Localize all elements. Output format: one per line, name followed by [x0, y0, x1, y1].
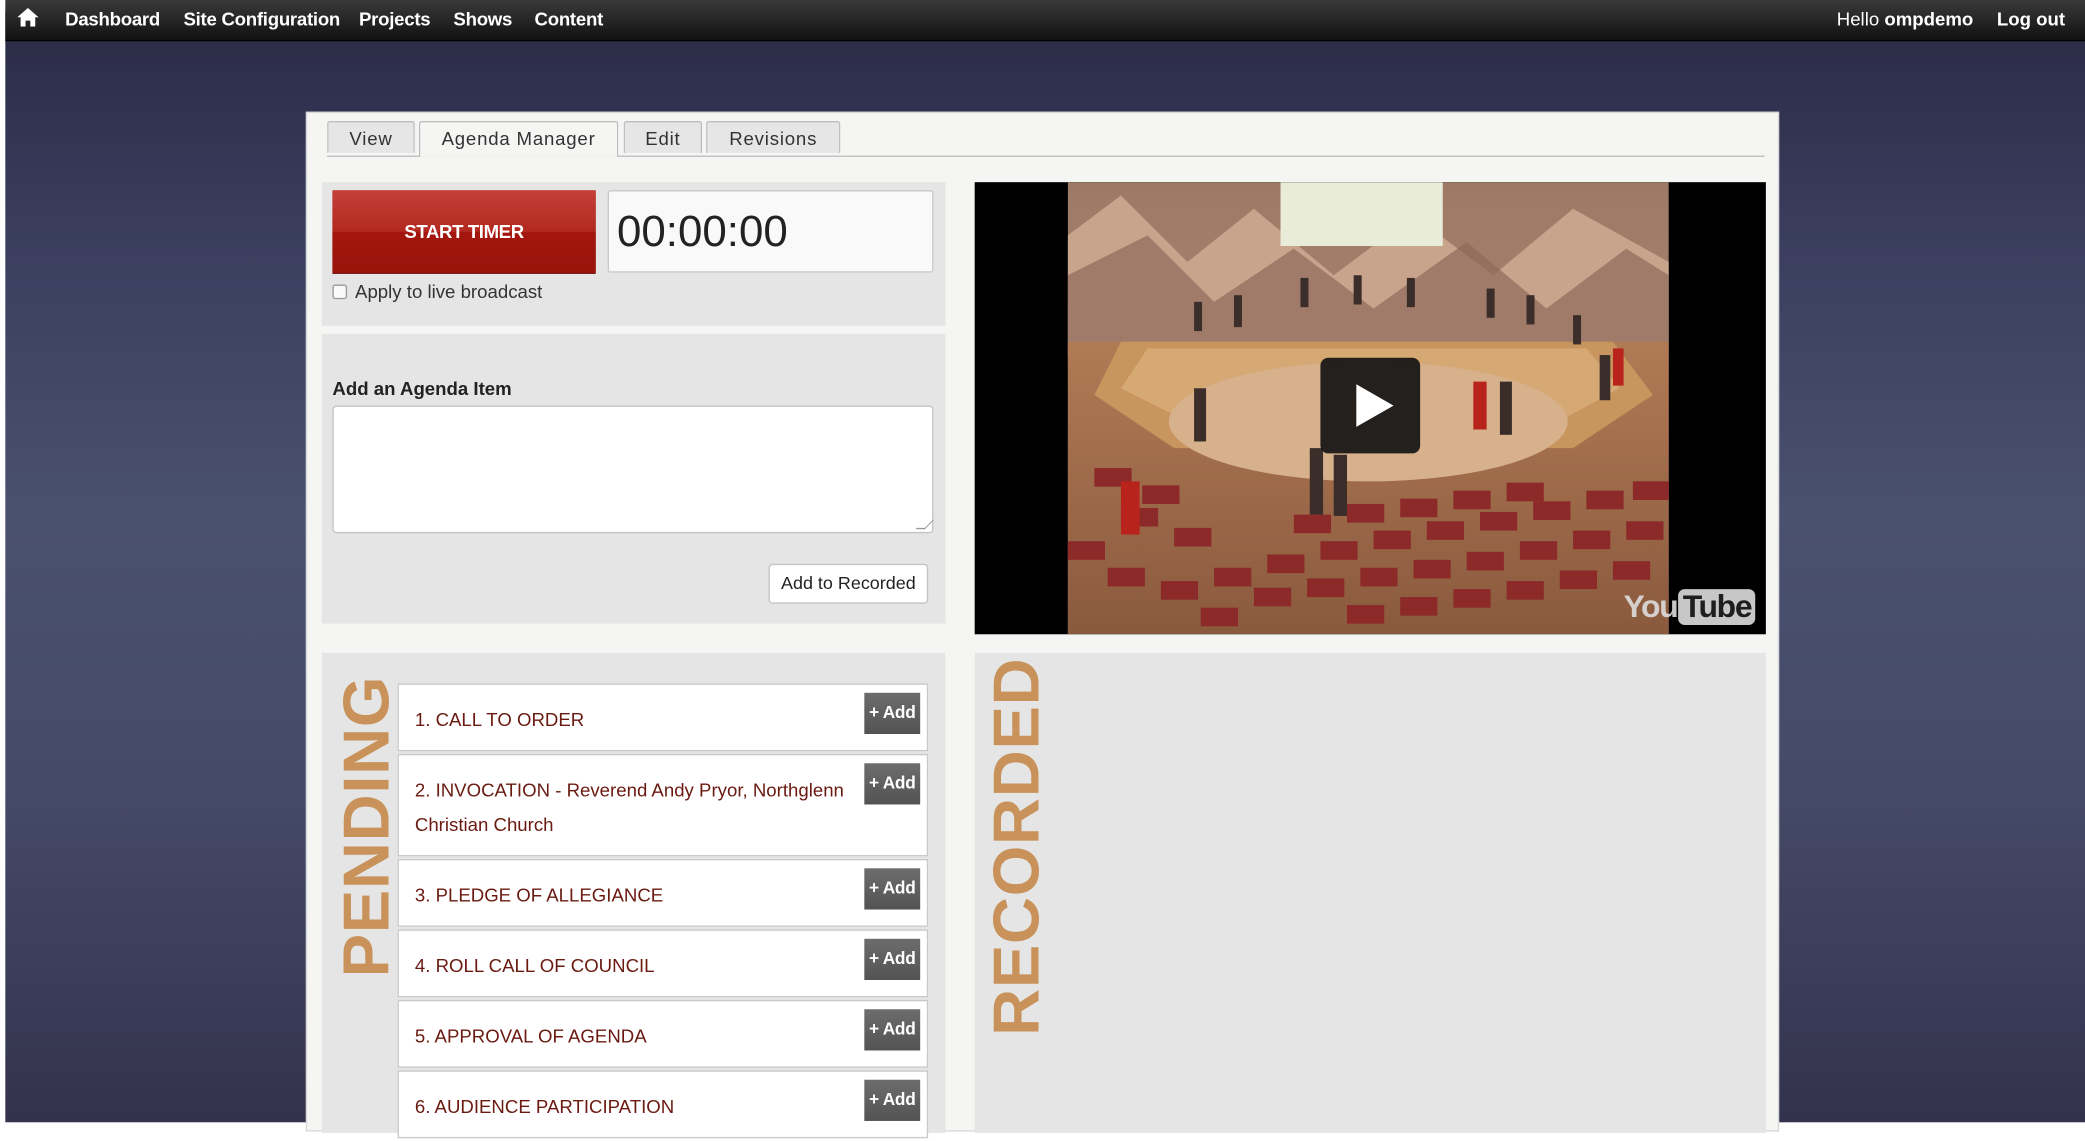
agenda-item-label: Add an Agenda Item	[332, 377, 512, 399]
youtube-logo[interactable]: You Tube	[1623, 589, 1756, 626]
agenda-item-row: 2. INVOCATION - Reverend Andy Pryor, Nor…	[397, 753, 929, 857]
nav-content[interactable]: Content	[535, 8, 604, 29]
add-to-recorded-button[interactable]: Add to Recorded	[768, 563, 929, 604]
recorded-section: RECORDED	[974, 652, 1766, 1133]
tab-bar: View Agenda Manager Edit Revisions	[327, 121, 1765, 157]
add-item-button[interactable]: + Add	[864, 868, 921, 910]
pending-section: PENDING 1. CALL TO ORDER + Add 2. INVOCA…	[321, 652, 946, 1139]
add-item-button[interactable]: + Add	[864, 1079, 921, 1121]
agenda-item-textarea[interactable]	[332, 405, 934, 534]
add-item-button[interactable]: + Add	[864, 763, 921, 805]
youtube-logo-you: You	[1623, 589, 1678, 625]
admin-toolbar: Dashboard Site Configuration Projects Sh…	[5, 0, 2085, 42]
timer-display: 00:00:00	[607, 190, 934, 273]
agenda-item-title: 1. CALL TO ORDER	[414, 708, 585, 731]
agenda-item-row: 4. ROLL CALL OF COUNCIL + Add	[397, 929, 929, 998]
agenda-item-row: 1. CALL TO ORDER + Add	[397, 683, 929, 752]
nav-dashboard[interactable]: Dashboard	[65, 8, 160, 29]
add-item-button[interactable]: + Add	[864, 938, 921, 981]
user-greeting: Hello ompdemo	[1837, 8, 1974, 29]
agenda-item-row: 3. PLEDGE OF ALLEGIANCE + Add	[397, 858, 929, 927]
tab-edit[interactable]: Edit	[623, 121, 703, 153]
agenda-item-row: 5. APPROVAL OF AGENDA + Add	[397, 999, 929, 1068]
tab-view[interactable]: View	[327, 121, 415, 153]
greeting-text: Hello	[1836, 7, 1880, 30]
content-panel: View Agenda Manager Edit Revisions START…	[305, 111, 1780, 1139]
agenda-item-title: 4. ROLL CALL OF COUNCIL	[414, 954, 655, 977]
agenda-item-title: 2. INVOCATION - Reverend Andy Pryor, Nor…	[414, 779, 844, 836]
play-icon[interactable]	[1320, 357, 1421, 454]
username[interactable]: ompdemo	[1884, 8, 1973, 29]
add-item-button[interactable]: + Add	[864, 1009, 921, 1051]
nav-site-configuration[interactable]: Site Configuration	[184, 8, 341, 29]
apply-live-broadcast-checkbox[interactable]	[332, 284, 348, 300]
nav-projects[interactable]: Projects	[359, 8, 431, 29]
tab-revisions[interactable]: Revisions	[706, 121, 841, 153]
start-timer-button[interactable]: START TIMER	[332, 190, 596, 273]
video-player[interactable]: You Tube	[974, 182, 1766, 635]
nav-shows[interactable]: Shows	[453, 8, 512, 29]
pending-list: 1. CALL TO ORDER + Add 2. INVOCATION - R…	[397, 683, 929, 1140]
timer-section: START TIMER 00:00:00 Apply to live broad…	[321, 182, 946, 326]
agenda-item-row: 6. AUDIENCE PARTICIPATION + Add	[397, 1070, 929, 1139]
screen: Dashboard Site Configuration Projects Sh…	[0, 0, 2085, 1139]
agenda-item-title: 3. PLEDGE OF ALLEGIANCE	[414, 884, 664, 906]
apply-live-broadcast-label[interactable]: Apply to live broadcast	[355, 281, 542, 302]
pending-heading: PENDING	[331, 675, 403, 978]
logout-link[interactable]: Log out	[1997, 8, 2065, 29]
agenda-item-title: 5. APPROVAL OF AGENDA	[414, 1025, 647, 1047]
recorded-heading: RECORDED	[981, 657, 1054, 1036]
youtube-logo-tube: Tube	[1678, 589, 1756, 625]
add-item-button[interactable]: + Add	[864, 692, 921, 735]
home-icon[interactable]	[17, 7, 39, 27]
tab-agenda-manager[interactable]: Agenda Manager	[418, 121, 619, 157]
agenda-item-title: 6. AUDIENCE PARTICIPATION	[414, 1095, 675, 1117]
add-agenda-item-section: Add an Agenda Item Add to Recorded	[321, 333, 946, 624]
